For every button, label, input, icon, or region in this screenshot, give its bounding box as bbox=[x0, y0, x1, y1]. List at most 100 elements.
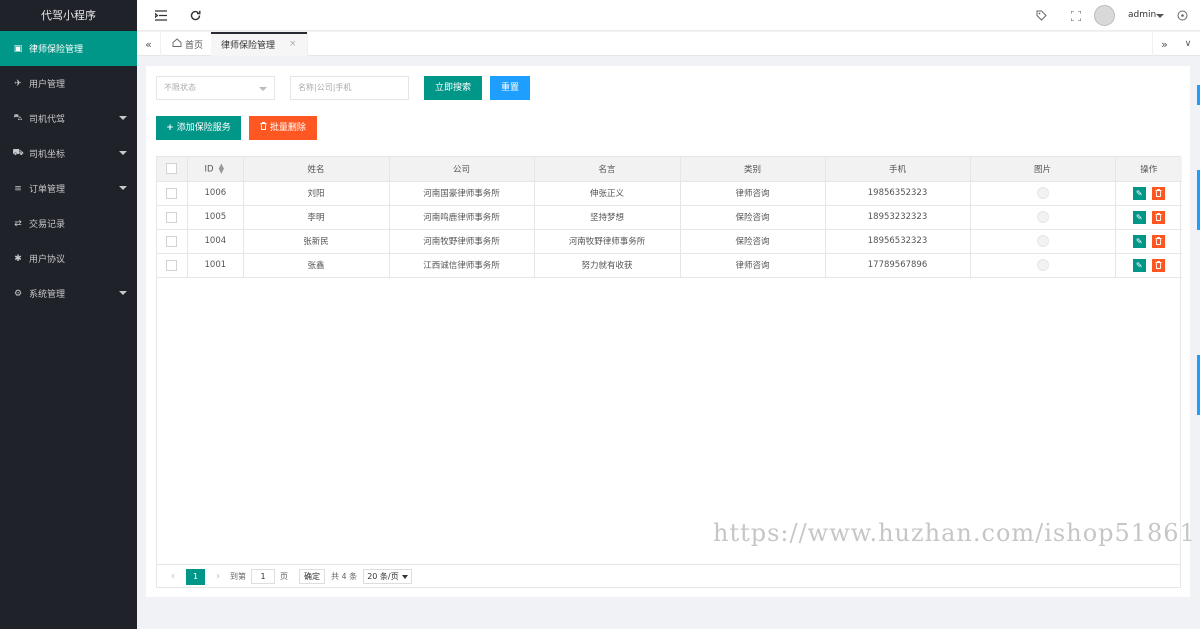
add-insurance-button[interactable]: + 添加保险服务 bbox=[156, 116, 241, 140]
sidebar-menu: ▣ 律师保险管理 ✈ 用户管理 ⛍ 司机代驾 ⛟ 司机坐标 ≡ 订单管理 ⇄ 交易记录 ✱ 用户协议 ⚙ 系统… bbox=[0, 31, 137, 311]
image-thumbnail[interactable] bbox=[1036, 259, 1049, 271]
sidebar-item[interactable]: ⚙ 系统管理 bbox=[0, 276, 137, 311]
pencil-icon: ✎ bbox=[1135, 212, 1143, 222]
trash-icon bbox=[1155, 188, 1162, 198]
delete-button[interactable] bbox=[1151, 234, 1165, 248]
delete-button[interactable] bbox=[1151, 186, 1165, 200]
column-header-name: 姓名 bbox=[243, 157, 390, 182]
chevron-down-icon bbox=[119, 151, 127, 155]
refresh-icon[interactable] bbox=[189, 9, 202, 22]
edit-button[interactable]: ✎ bbox=[1132, 186, 1146, 200]
fullscreen-icon[interactable] bbox=[1069, 9, 1082, 22]
search-button[interactable]: 立即搜索 bbox=[424, 76, 482, 100]
sidebar-item[interactable]: ✱ 用户协议 bbox=[0, 241, 137, 276]
cog-icon: ⚙ bbox=[13, 288, 23, 299]
next-page-icon[interactable]: › bbox=[211, 571, 225, 582]
close-icon[interactable]: × bbox=[289, 39, 297, 49]
edit-button[interactable]: ✎ bbox=[1132, 258, 1146, 272]
avatar[interactable] bbox=[1094, 5, 1115, 26]
sidebar-item[interactable]: ✈ 用户管理 bbox=[0, 66, 137, 101]
chevron-down-icon bbox=[401, 574, 408, 579]
batch-delete-button[interactable]: 批量删除 bbox=[249, 116, 317, 140]
chevron-down-icon bbox=[259, 87, 267, 91]
table-row: 1004 张新民 河南牧野律师事务所 河南牧野律师事务所 保险咨询 18956532323… bbox=[157, 229, 1182, 254]
cell-image bbox=[970, 181, 1116, 206]
column-header-id[interactable]: ID ▲ ▼ bbox=[187, 157, 244, 182]
select-all-checkbox-cell bbox=[157, 157, 188, 182]
sidebar-item[interactable]: ⛟ 司机坐标 bbox=[0, 136, 137, 171]
cell-ops: ✎ bbox=[1115, 181, 1182, 206]
tabs-left-icon[interactable]: « bbox=[137, 32, 161, 56]
row-checkbox[interactable] bbox=[166, 187, 178, 199]
sidebar-item[interactable]: ⛍ 司机代驾 bbox=[0, 101, 137, 136]
sidebar-item[interactable]: ▣ 律师保险管理 bbox=[0, 31, 137, 66]
page-size-select[interactable]: 20 条/页 bbox=[363, 569, 412, 584]
current-page[interactable]: 1 bbox=[186, 568, 205, 585]
prev-page-icon[interactable]: ‹ bbox=[166, 571, 180, 582]
image-thumbnail[interactable] bbox=[1036, 211, 1049, 223]
sidebar-item[interactable]: ⇄ 交易记录 bbox=[0, 206, 137, 241]
reset-button[interactable]: 重置 bbox=[490, 76, 530, 100]
trash-icon bbox=[260, 122, 270, 133]
tab-current[interactable]: 律师保险管理 × bbox=[211, 32, 308, 56]
chevron-down-icon bbox=[119, 186, 127, 190]
row-checkbox[interactable] bbox=[166, 211, 178, 223]
user-name[interactable]: admin bbox=[1128, 10, 1156, 20]
chevron-down-icon[interactable]: ∨ bbox=[1176, 32, 1200, 56]
sort-icon[interactable]: ▲ ▼ bbox=[219, 162, 224, 174]
table-row: 1001 张鑫 江西诚信律师事务所 努力就有收获 律师咨询 17789567896 ✎ bbox=[157, 253, 1182, 278]
image-thumbnail[interactable] bbox=[1036, 187, 1049, 199]
plus-icon: + bbox=[166, 123, 174, 133]
cell-phone: 18956532323 bbox=[825, 229, 971, 254]
tag-icon[interactable] bbox=[1035, 9, 1048, 22]
page-unit-label: 页 bbox=[280, 572, 288, 581]
cell-company: 河南鸣鹿律师事务所 bbox=[389, 205, 535, 230]
delete-button[interactable] bbox=[1151, 210, 1165, 224]
goto-label: 到第 bbox=[230, 572, 246, 581]
column-header-category: 类别 bbox=[680, 157, 826, 182]
column-header-motto: 名言 bbox=[534, 157, 681, 182]
edit-button[interactable]: ✎ bbox=[1132, 210, 1146, 224]
goto-confirm-button[interactable]: 确定 bbox=[299, 569, 325, 584]
status-select[interactable]: 不限状态 bbox=[156, 76, 275, 100]
theme-icon[interactable] bbox=[1176, 9, 1189, 22]
chevron-down-icon[interactable] bbox=[1156, 14, 1164, 18]
tab-bar: « 首页 律师保险管理 × » ∨ bbox=[137, 32, 1200, 56]
cell-id: 1001 bbox=[187, 253, 244, 278]
cell-id: 1004 bbox=[187, 229, 244, 254]
cell-company: 河南牧野律师事务所 bbox=[389, 229, 535, 254]
sidebar-item-label: 用户协议 bbox=[29, 255, 66, 265]
search-input[interactable]: 名称|公司|手机 bbox=[290, 76, 409, 100]
image-thumbnail[interactable] bbox=[1036, 235, 1049, 247]
row-checkbox[interactable] bbox=[166, 235, 178, 247]
tab-home[interactable]: 首页 bbox=[162, 32, 215, 56]
insurance-icon: ▣ bbox=[13, 43, 23, 54]
cell-image bbox=[970, 253, 1116, 278]
top-header: admin bbox=[137, 0, 1200, 31]
cell-ops: ✎ bbox=[1115, 229, 1182, 254]
cell-motto: 伸张正义 bbox=[534, 181, 681, 206]
chevron-down-icon bbox=[119, 291, 127, 295]
sidebar-item-label: 司机坐标 bbox=[29, 150, 66, 160]
sidebar: 代驾小程序 ▣ 律师保险管理 ✈ 用户管理 ⛍ 司机代驾 ⛟ 司机坐标 ≡ 订单管理 ⇄ 交易记录 ✱ 用… bbox=[0, 0, 137, 629]
sidebar-item[interactable]: ≡ 订单管理 bbox=[0, 171, 137, 206]
select-all-checkbox[interactable] bbox=[166, 163, 178, 175]
row-checkbox-cell bbox=[157, 205, 188, 230]
goto-page-input[interactable]: 1 bbox=[251, 569, 275, 584]
cell-motto: 坚持梦想 bbox=[534, 205, 681, 230]
table-row: 1005 李明 河南鸣鹿律师事务所 坚持梦想 保险咨询 18953232323 ✎ bbox=[157, 205, 1182, 230]
chevron-down-icon bbox=[119, 116, 127, 120]
sidebar-item-label: 用户管理 bbox=[29, 80, 66, 90]
tabs-right-icon[interactable]: » bbox=[1152, 32, 1176, 56]
cell-name: 刘阳 bbox=[243, 181, 390, 206]
row-checkbox[interactable] bbox=[166, 259, 178, 271]
menu-fold-icon[interactable] bbox=[154, 9, 167, 22]
trash-icon bbox=[1155, 212, 1162, 222]
handshake-icon: ⇄ bbox=[14, 218, 22, 229]
car-icon: ⛍ bbox=[13, 113, 23, 123]
cell-category: 律师咨询 bbox=[680, 181, 826, 206]
column-header-ops: 操作 bbox=[1115, 157, 1182, 182]
edit-button[interactable]: ✎ bbox=[1132, 234, 1146, 248]
delete-button[interactable] bbox=[1151, 258, 1165, 272]
content-card: 不限状态 名称|公司|手机 立即搜索 重置 + 添加保险服务 批量删除 ID ▲ ▼… bbox=[146, 66, 1190, 597]
